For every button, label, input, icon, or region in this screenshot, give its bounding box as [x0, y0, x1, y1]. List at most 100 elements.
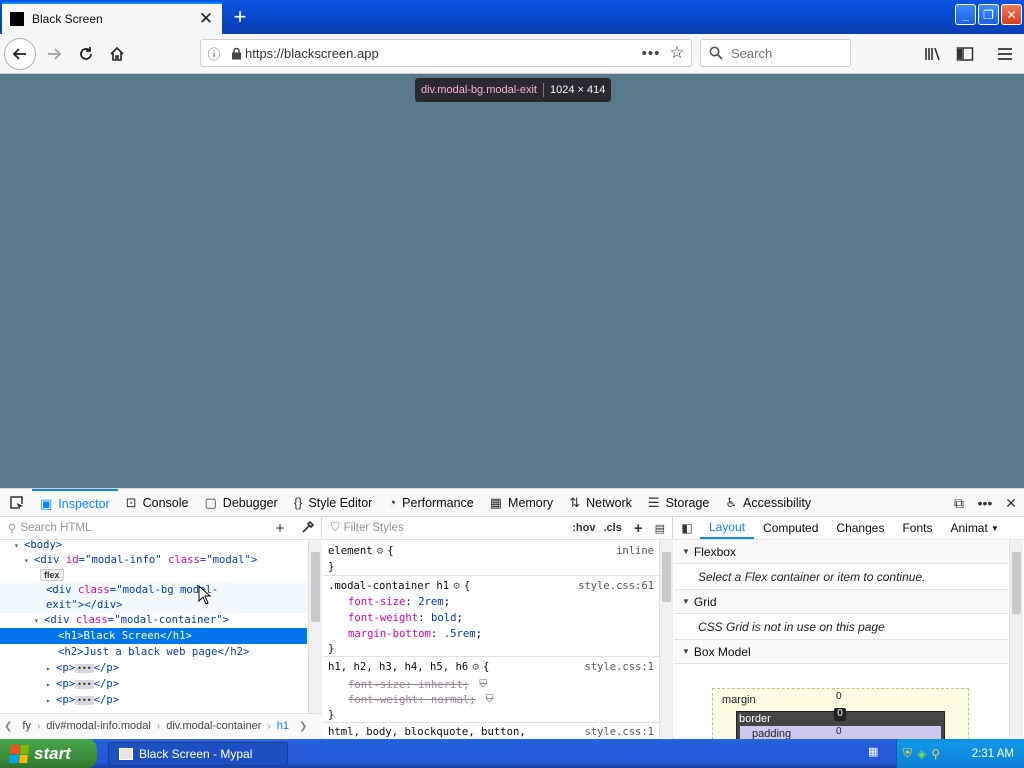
- forward-button[interactable]: [38, 38, 70, 70]
- css-prop-value[interactable]: .5rem: [444, 628, 476, 640]
- breadcrumb-item[interactable]: fy: [16, 720, 37, 732]
- start-button[interactable]: start: [0, 739, 97, 768]
- page-actions-icon[interactable]: •••: [639, 45, 663, 62]
- gear-icon[interactable]: ⚙: [472, 660, 479, 673]
- breadcrumb-right-arrow-icon[interactable]: ❯: [295, 721, 311, 732]
- dock-side-icon[interactable]: ⧉: [946, 495, 972, 512]
- keyboard-icon[interactable]: ▦: [868, 745, 884, 759]
- tab-style-editor[interactable]: {} Style Editor: [286, 489, 381, 516]
- padding-top-value[interactable]: 0: [836, 726, 842, 737]
- tab-memory[interactable]: ▦ Memory: [482, 489, 561, 516]
- search-html-input[interactable]: Search HTML: [20, 522, 266, 534]
- margin-top-value[interactable]: 0: [836, 691, 842, 702]
- flex-badge[interactable]: flex: [40, 569, 64, 581]
- breadcrumb-item-selected[interactable]: h1: [271, 720, 295, 732]
- expand-triangle-icon[interactable]: ▾: [14, 541, 24, 550]
- filter-icon[interactable]: ⛉: [486, 693, 494, 706]
- css-prop-name[interactable]: font-size: [348, 596, 405, 608]
- url-text[interactable]: https://blackscreen.app: [245, 46, 639, 61]
- markup-node-h1-selected[interactable]: <h1>Black Screen</h1>: [0, 628, 307, 644]
- markup-node-modal-info[interactable]: ▾ <div id = "modal-info" class = "modal" >: [0, 552, 307, 568]
- rule-selector[interactable]: .modal-container h1: [328, 580, 449, 592]
- bookmark-star-icon[interactable]: ☆: [663, 43, 691, 63]
- tab-network[interactable]: ⇅ Network: [561, 489, 640, 516]
- rules-scrollbar[interactable]: [659, 540, 673, 738]
- css-prop-value[interactable]: normal: [431, 694, 469, 706]
- css-prop-name[interactable]: margin-bottom: [348, 628, 431, 640]
- markup-node-p[interactable]: ▸ <p> ••• </p>: [0, 692, 307, 708]
- taskbar-window-button[interactable]: Black Screen - Mypal: [108, 742, 288, 766]
- gear-icon[interactable]: ⚙: [377, 544, 384, 557]
- page-content-modal-bg[interactable]: [0, 74, 1024, 488]
- border-top-value[interactable]: 0: [834, 708, 846, 721]
- reload-button[interactable]: [70, 38, 102, 70]
- rule-source-link[interactable]: style.css:1: [584, 661, 654, 673]
- network-status-icon[interactable]: ◈: [917, 747, 926, 761]
- add-node-icon[interactable]: +: [266, 520, 294, 537]
- rule-selector[interactable]: h1, h2, h3, h4, h5, h6: [328, 661, 468, 673]
- css-prop-value[interactable]: bold: [431, 612, 457, 624]
- markup-node-p[interactable]: ▸ <p> ••• </p>: [0, 676, 307, 692]
- collapsed-ellipsis-icon[interactable]: •••: [75, 695, 94, 705]
- eyedropper-icon[interactable]: [294, 520, 322, 537]
- collapsed-ellipsis-icon[interactable]: •••: [75, 679, 94, 689]
- rule-selector[interactable]: html, body, blockquote, button,: [328, 726, 526, 738]
- scrollbar-thumb[interactable]: [662, 552, 671, 602]
- markup-node-modal-bg[interactable]: <div class = "modal-bg modal-: [0, 582, 307, 598]
- lock-icon[interactable]: [227, 47, 245, 60]
- hamburger-menu-icon[interactable]: [990, 38, 1020, 70]
- url-bar[interactable]: ⓘ https://blackscreen.app ••• ☆: [200, 39, 692, 67]
- markup-scrollbar[interactable]: [308, 540, 322, 713]
- css-prop-value[interactable]: 2rem: [418, 596, 444, 608]
- rule-1-prop[interactable]: font-size: 2rem;: [328, 594, 654, 610]
- element-picker-icon[interactable]: [0, 489, 32, 516]
- filter-styles-input[interactable]: Filter Styles: [344, 522, 569, 534]
- hover-state-toggle[interactable]: :hov: [568, 522, 599, 534]
- flexbox-accordion-header[interactable]: ▼ Flexbox: [674, 540, 1008, 564]
- print-media-icon[interactable]: ▤: [651, 522, 673, 535]
- expand-triangle-icon[interactable]: ▾: [24, 556, 34, 565]
- rule-1-prop[interactable]: font-weight: bold;: [328, 610, 654, 626]
- devtools-menu-icon[interactable]: •••: [972, 495, 998, 511]
- new-tab-button[interactable]: +: [226, 4, 254, 30]
- toggle-sidebar-icon[interactable]: ◧: [674, 517, 700, 539]
- markup-node-h2[interactable]: <h2>Just a black web page</h2>: [0, 644, 307, 660]
- scrollbar-thumb[interactable]: [1012, 552, 1021, 614]
- css-prop-name[interactable]: font-weight: [348, 612, 418, 624]
- minimize-button[interactable]: _: [955, 4, 976, 25]
- shield-icon[interactable]: ⛨: [903, 746, 912, 761]
- home-button[interactable]: [101, 38, 133, 70]
- expand-triangle-icon[interactable]: ▸: [46, 680, 56, 689]
- tab-accessibility[interactable]: ♿ Accessibility: [717, 489, 819, 516]
- grid-accordion-header[interactable]: ▼ Grid: [674, 590, 1008, 614]
- markup-node-modal-container[interactable]: ▾ <div class = "modal-container" >: [0, 612, 307, 628]
- tab-inspector[interactable]: ▣ Inspector: [32, 489, 118, 516]
- close-devtools-icon[interactable]: ✕: [998, 495, 1024, 512]
- rule-1-prop[interactable]: margin-bottom: .5rem;: [328, 626, 654, 642]
- scrollbar-thumb[interactable]: [311, 552, 320, 622]
- gear-icon[interactable]: ⚙: [453, 579, 460, 592]
- add-rule-icon[interactable]: +: [626, 520, 651, 537]
- search-tray-icon[interactable]: ⚲: [931, 747, 940, 761]
- filter-icon[interactable]: ⛉: [479, 678, 487, 691]
- css-prop-name[interactable]: font-size: [348, 679, 405, 691]
- tab-console[interactable]: ⊡ Console: [118, 489, 197, 516]
- tab-performance[interactable]: ◔ Performance: [380, 489, 481, 516]
- tab-computed[interactable]: Computed: [754, 517, 827, 539]
- breadcrumb-item[interactable]: div#modal-info.modal: [40, 720, 157, 732]
- breadcrumb-item[interactable]: div.modal-container: [160, 720, 267, 732]
- css-prop-name[interactable]: font-weight: [348, 694, 418, 706]
- back-button[interactable]: [4, 38, 36, 70]
- tab-debugger[interactable]: ▢ Debugger: [197, 489, 286, 516]
- rule-source-link[interactable]: style.css:61: [578, 580, 654, 592]
- close-tab-icon[interactable]: ✕: [196, 9, 216, 29]
- markup-node-modal-bg-cont[interactable]: exit" ></div>: [0, 597, 307, 613]
- class-toggle[interactable]: .cls: [599, 522, 625, 534]
- markup-node-body[interactable]: ▾ <body>: [0, 537, 307, 553]
- tab-fonts[interactable]: Fonts: [893, 517, 941, 539]
- expand-triangle-icon[interactable]: ▸: [46, 696, 56, 705]
- info-icon[interactable]: ⓘ: [201, 44, 227, 63]
- rule-2-prop-overridden[interactable]: font-weight: normal; ⛉: [328, 692, 654, 708]
- search-bar[interactable]: Search: [700, 39, 851, 67]
- browser-tab[interactable]: Black Screen ✕: [2, 2, 222, 34]
